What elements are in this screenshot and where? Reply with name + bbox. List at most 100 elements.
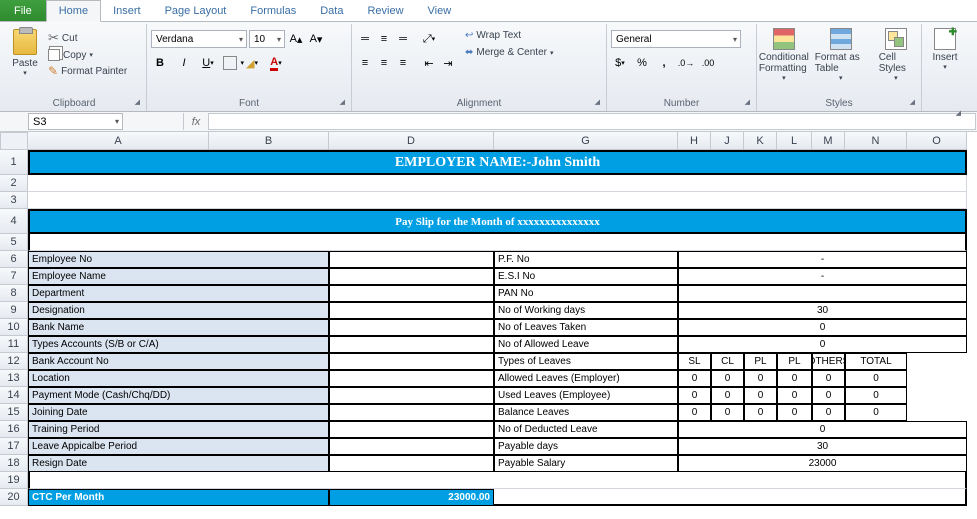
label-17-a[interactable]: Leave Appicalbe Period xyxy=(28,438,329,455)
row-header-20[interactable]: 20 xyxy=(0,489,28,506)
leave-13-5[interactable]: 0 xyxy=(845,370,907,387)
label-16-g[interactable]: No of Deducted Leave xyxy=(494,421,678,438)
blank-row[interactable] xyxy=(28,472,967,489)
leave-15-0[interactable]: 0 xyxy=(678,404,711,421)
row-header-18[interactable]: 18 xyxy=(0,455,28,472)
tab-review[interactable]: Review xyxy=(355,0,415,21)
val-8-right[interactable] xyxy=(678,285,967,302)
font-name-select[interactable]: Verdana xyxy=(151,30,247,48)
label-13-g[interactable]: Allowed Leaves (Employer) xyxy=(494,370,678,387)
copy-button[interactable]: Copy ▾ xyxy=(48,49,127,61)
decrease-decimal-button[interactable]: .00 xyxy=(699,54,717,72)
label-8-a[interactable]: Department xyxy=(28,285,329,302)
leave-13-0[interactable]: 0 xyxy=(678,370,711,387)
val-16-right[interactable]: 0 xyxy=(678,421,967,438)
row-header-7[interactable]: 7 xyxy=(0,268,28,285)
leave-14-2[interactable]: 0 xyxy=(744,387,777,404)
tab-view[interactable]: View xyxy=(416,0,464,21)
row-header-10[interactable]: 10 xyxy=(0,319,28,336)
leave-15-1[interactable]: 0 xyxy=(711,404,744,421)
val-9-right[interactable]: 30 xyxy=(678,302,967,319)
row-header-5[interactable]: 5 xyxy=(0,234,28,251)
employer-name-banner[interactable]: EMPLOYER NAME:-John Smith xyxy=(28,150,967,175)
name-box[interactable]: S3 xyxy=(28,113,123,130)
leave-14-0[interactable]: 0 xyxy=(678,387,711,404)
orientation-button[interactable]: ⤢▾ xyxy=(420,30,438,48)
align-left-button[interactable]: ≡ xyxy=(356,54,374,72)
row-header-19[interactable]: 19 xyxy=(0,472,28,489)
blank-row[interactable] xyxy=(28,192,967,209)
col-header-A[interactable]: A xyxy=(28,132,209,150)
ctc-value[interactable]: 23000.00 xyxy=(329,489,494,506)
leave-head-SL[interactable]: SL xyxy=(678,353,711,370)
font-color-button[interactable]: A▾ xyxy=(267,54,285,72)
val-7-right[interactable]: - xyxy=(678,268,967,285)
label-9-g[interactable]: No of Working days xyxy=(494,302,678,319)
increase-indent-button[interactable]: ⇥ xyxy=(439,54,457,72)
label-14-g[interactable]: Used Leaves (Employee) xyxy=(494,387,678,404)
leave-head-OTHERS[interactable]: OTHERS xyxy=(812,353,845,370)
col-header-M[interactable]: M xyxy=(812,132,845,150)
row-header-6[interactable]: 6 xyxy=(0,251,28,268)
row-header-2[interactable]: 2 xyxy=(0,175,28,192)
align-center-button[interactable]: ≡ xyxy=(375,54,393,72)
val-17-right[interactable]: 30 xyxy=(678,438,967,455)
row-header-4[interactable]: 4 xyxy=(0,209,28,234)
val-17-d[interactable] xyxy=(329,438,494,455)
leave-13-2[interactable]: 0 xyxy=(744,370,777,387)
leave-14-4[interactable]: 0 xyxy=(812,387,845,404)
val-16-d[interactable] xyxy=(329,421,494,438)
select-all-corner[interactable] xyxy=(0,132,28,150)
col-header-H[interactable]: H xyxy=(678,132,711,150)
val-18-right[interactable]: 23000 xyxy=(678,455,967,472)
leave-15-3[interactable]: 0 xyxy=(777,404,812,421)
leave-head-PL[interactable]: PL xyxy=(744,353,777,370)
ctc-rest[interactable] xyxy=(494,489,967,506)
align-top-button[interactable]: ═ xyxy=(356,30,374,48)
payslip-month-banner[interactable]: Pay Slip for the Month of xxxxxxxxxxxxxx… xyxy=(28,209,967,234)
increase-decimal-button[interactable]: .0→ xyxy=(677,54,695,72)
leave-head-TOTAL[interactable]: TOTAL xyxy=(845,353,907,370)
format-as-table-button[interactable]: Format as Table▾ xyxy=(811,26,871,84)
number-format-select[interactable]: General xyxy=(611,30,741,48)
bold-button[interactable]: B xyxy=(151,54,169,72)
tab-formulas[interactable]: Formulas xyxy=(238,0,308,21)
row-header-11[interactable]: 11 xyxy=(0,336,28,353)
underline-button[interactable]: U▾ xyxy=(199,54,217,72)
label-13-a[interactable]: Location xyxy=(28,370,329,387)
val-10-d[interactable] xyxy=(329,319,494,336)
cut-button[interactable]: ✂Cut xyxy=(48,30,127,46)
val-13-d[interactable] xyxy=(329,370,494,387)
comma-button[interactable]: , xyxy=(655,54,673,72)
percent-button[interactable]: % xyxy=(633,54,651,72)
col-header-J[interactable]: J xyxy=(711,132,744,150)
label-6-g[interactable]: P.F. No xyxy=(494,251,678,268)
label-11-g[interactable]: No of Allowed Leave xyxy=(494,336,678,353)
leave-head-PL[interactable]: PL xyxy=(777,353,812,370)
row-header-9[interactable]: 9 xyxy=(0,302,28,319)
conditional-formatting-button[interactable]: Conditional Formatting▾ xyxy=(761,26,807,84)
leave-15-4[interactable]: 0 xyxy=(812,404,845,421)
label-6-a[interactable]: Employee No xyxy=(28,251,329,268)
label-10-g[interactable]: No of Leaves Taken xyxy=(494,319,678,336)
ctc-label[interactable]: CTC Per Month xyxy=(28,489,329,506)
row-header-17[interactable]: 17 xyxy=(0,438,28,455)
val-6-right[interactable]: - xyxy=(678,251,967,268)
align-right-button[interactable]: ≡ xyxy=(394,54,412,72)
col-header-D[interactable]: D xyxy=(329,132,494,150)
blank-row[interactable] xyxy=(28,234,967,251)
wrap-text-button[interactable]: ↩Wrap Text xyxy=(465,30,554,41)
cell-styles-button[interactable]: Cell Styles▾ xyxy=(875,26,917,84)
leave-13-3[interactable]: 0 xyxy=(777,370,812,387)
label-7-g[interactable]: E.S.I No xyxy=(494,268,678,285)
leave-14-3[interactable]: 0 xyxy=(777,387,812,404)
label-16-a[interactable]: Training Period xyxy=(28,421,329,438)
col-header-O[interactable]: O xyxy=(907,132,967,150)
col-header-K[interactable]: K xyxy=(744,132,777,150)
label-15-a[interactable]: Joining Date xyxy=(28,404,329,421)
col-header-L[interactable]: L xyxy=(777,132,812,150)
tab-insert[interactable]: Insert xyxy=(101,0,153,21)
val-8-d[interactable] xyxy=(329,285,494,302)
label-14-a[interactable]: Payment Mode (Cash/Chq/DD) xyxy=(28,387,329,404)
leave-15-2[interactable]: 0 xyxy=(744,404,777,421)
